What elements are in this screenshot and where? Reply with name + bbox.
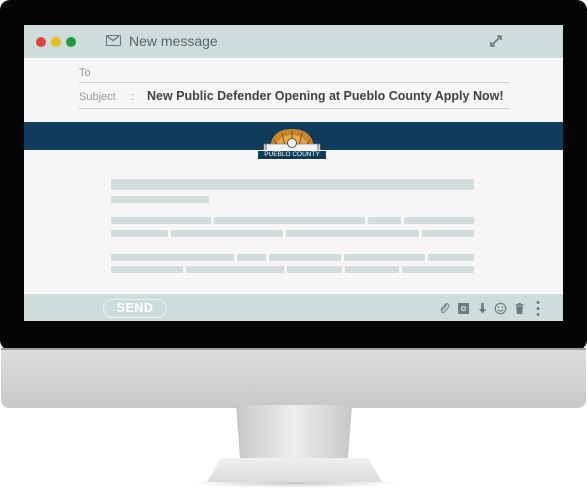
more-vertical-icon[interactable] <box>534 300 542 317</box>
subject-divider <box>79 108 509 109</box>
minimize-window-button[interactable] <box>51 37 61 47</box>
placeholder-text <box>344 254 425 261</box>
image-icon[interactable] <box>457 302 470 315</box>
email-compose-window: New message To Subject : New Public Defe… <box>24 25 563 321</box>
placeholder-text <box>422 230 474 237</box>
monitor-stand-neck <box>236 405 352 467</box>
placeholder-text <box>214 217 365 224</box>
placeholder-text <box>111 230 168 237</box>
subject-separator: : <box>131 91 135 103</box>
placeholder-text <box>287 266 342 273</box>
placeholder-text <box>286 230 419 237</box>
title-bar <box>24 25 563 58</box>
window-title: New message <box>129 33 218 49</box>
maximize-window-button[interactable] <box>66 37 76 47</box>
placeholder-heading <box>111 179 474 190</box>
to-field[interactable] <box>109 65 507 81</box>
placeholder-text <box>428 254 474 261</box>
placeholder-text <box>237 254 266 261</box>
monitor-stand-base <box>207 458 382 482</box>
to-label: To <box>79 67 91 79</box>
trash-icon[interactable] <box>513 302 526 315</box>
placeholder-text <box>404 217 474 224</box>
subject-label: Subject <box>79 91 116 103</box>
envelope-icon <box>106 35 121 46</box>
placeholder-text <box>111 266 183 273</box>
to-divider <box>79 82 509 83</box>
monitor-chin <box>1 348 586 408</box>
placeholder-text <box>171 230 283 237</box>
close-window-button[interactable] <box>36 37 46 47</box>
paperclip-icon[interactable] <box>438 302 451 315</box>
placeholder-text <box>345 266 399 273</box>
placeholder-text <box>111 217 211 224</box>
placeholder-text <box>269 254 341 261</box>
download-icon[interactable] <box>476 302 489 315</box>
emoji-icon[interactable] <box>494 302 507 315</box>
logo-text: PUEBLO COUNTY <box>257 150 327 160</box>
placeholder-text <box>402 266 474 273</box>
subject-field[interactable]: New Public Defender Opening at Pueblo Co… <box>147 89 504 103</box>
send-button[interactable]: SEND <box>103 299 167 318</box>
placeholder-text <box>368 217 401 224</box>
expand-icon[interactable] <box>489 34 503 48</box>
placeholder-text <box>111 254 234 261</box>
placeholder-text <box>186 266 284 273</box>
placeholder-subheading <box>111 196 209 203</box>
